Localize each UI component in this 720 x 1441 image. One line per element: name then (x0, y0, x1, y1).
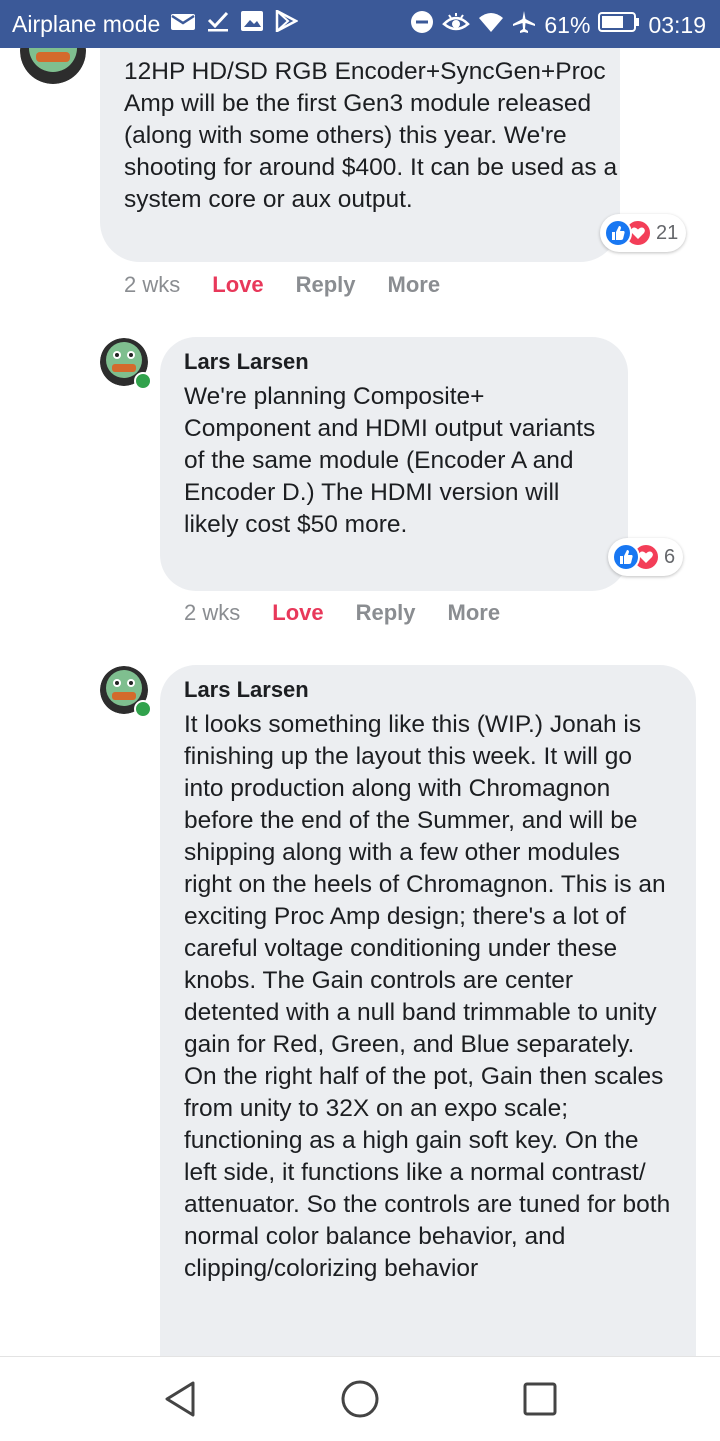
comment-time: 2 wks (184, 600, 241, 625)
reaction-count: 6 (664, 545, 676, 568)
comment-time: 2 wks (124, 272, 181, 297)
play-store-icon (274, 8, 299, 38)
online-indicator (134, 372, 152, 390)
comment-text: 12HP HD/SD RGB Encoder+SyncGen+Proc Amp … (124, 58, 618, 213)
reaction-count: 21 (656, 221, 679, 244)
reply-button[interactable]: Reply (296, 272, 356, 298)
comment-text: It looks something like this (WIP.) Jona… (184, 711, 671, 1282)
back-icon[interactable] (162, 1379, 198, 1424)
navigation-bar (0, 1356, 720, 1441)
check-icon (206, 10, 230, 38)
reactions-summary[interactable]: 6 (608, 538, 684, 576)
battery-icon (598, 11, 640, 39)
avatar[interactable] (20, 48, 86, 84)
mail-icon (170, 11, 196, 38)
like-icon (612, 543, 640, 571)
dnd-icon (410, 10, 434, 40)
airplane-icon (512, 10, 536, 40)
like-icon (604, 219, 632, 247)
battery-percent: 61% (544, 11, 591, 38)
home-icon[interactable] (340, 1379, 380, 1424)
eye-icon (442, 10, 471, 40)
status-bar: Airplane mode 61% 03:19 (0, 0, 720, 48)
comment-author[interactable]: Lars Larsen (184, 349, 604, 375)
wifi-icon (478, 11, 504, 39)
love-button[interactable]: Love (272, 600, 323, 626)
comment-text: We're planning Composite+ Component and … (184, 383, 596, 538)
comment-actions: 2 wks Love Reply More (124, 272, 440, 298)
online-indicator (134, 700, 152, 718)
airplane-mode-label: Airplane mode (12, 10, 161, 37)
comment-author[interactable]: Lars Larsen (184, 677, 672, 703)
clock: 03:19 (648, 11, 706, 38)
comment-bubble: 12HP HD/SD RGB Encoder+SyncGen+Proc Amp … (100, 48, 620, 262)
more-button[interactable]: More (388, 272, 441, 298)
recents-icon[interactable] (522, 1379, 558, 1424)
image-icon (240, 10, 264, 38)
more-button[interactable]: More (448, 600, 501, 626)
comment-bubble: Lars Larsen It looks something like this… (160, 665, 696, 1356)
comment-actions: 2 wks Love Reply More (184, 600, 500, 626)
reactions-summary[interactable]: 21 (600, 214, 687, 252)
comment-bubble: Lars Larsen We're planning Composite+ Co… (160, 337, 628, 591)
reply-button[interactable]: Reply (356, 600, 416, 626)
love-button[interactable]: Love (212, 272, 263, 298)
comment-thread: 12HP HD/SD RGB Encoder+SyncGen+Proc Amp … (0, 48, 720, 1356)
